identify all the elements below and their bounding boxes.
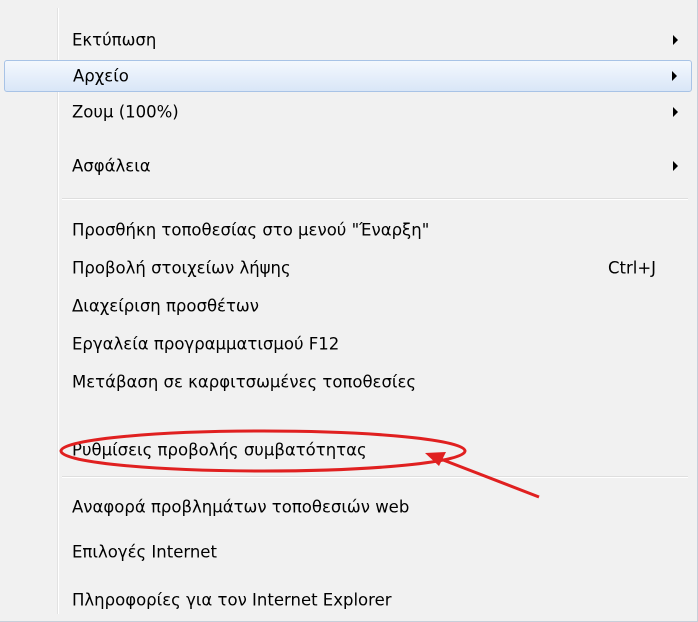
menu-item-add-site-to-start[interactable]: Προσθήκη τοποθεσίας στο μενού "Έναρξη" <box>4 214 692 246</box>
submenu-arrow-icon <box>673 161 678 171</box>
menu-item-label: Εκτύπωση <box>72 30 157 50</box>
menu-item-pinned-sites[interactable]: Μετάβαση σε καρφιτσωμένες τοποθεσίες <box>4 366 692 398</box>
submenu-arrow-icon <box>673 107 678 117</box>
menu-item-label: Αρχείο <box>73 66 129 86</box>
menu-item-developer-tools[interactable]: Εργαλεία προγραμματισμού F12 <box>4 328 692 360</box>
submenu-arrow-icon <box>672 71 677 81</box>
menu-item-compatibility-view-settings[interactable]: Ρυθμίσεις προβολής συμβατότητας <box>4 434 692 466</box>
menu-item-label: Εργαλεία προγραμματισμού F12 <box>72 334 340 354</box>
menu-separator <box>62 198 688 200</box>
menu-item-internet-options[interactable]: Επιλογές Internet <box>4 536 692 568</box>
menu-item-report-website-problems[interactable]: Αναφορά προβλημάτων τοποθεσιών web <box>4 491 692 523</box>
menu-item-view-downloads[interactable]: Προβολή στοιχείων λήψης Ctrl+J <box>4 252 692 284</box>
menu-item-file[interactable]: Αρχείο <box>4 60 692 92</box>
menu-item-print[interactable]: Εκτύπωση <box>4 24 692 56</box>
menu-item-label: Μετάβαση σε καρφιτσωμένες τοποθεσίες <box>72 372 417 392</box>
menu-item-label: Ζουμ (100%) <box>72 102 179 122</box>
menu-item-label: Προβολή στοιχείων λήψης <box>72 258 291 278</box>
menu-item-label: Πληροφορίες για τον Internet Explorer <box>72 590 392 610</box>
tools-menu: Εκτύπωση Αρχείο Ζουμ (100%) Ασφάλεια Προ… <box>0 0 698 622</box>
menu-item-label: Ρυθμίσεις προβολής συμβατότητας <box>72 440 367 460</box>
menu-item-safety[interactable]: Ασφάλεια <box>4 150 692 182</box>
menu-item-zoom[interactable]: Ζουμ (100%) <box>4 96 692 128</box>
menu-item-about-ie[interactable]: Πληροφορίες για τον Internet Explorer <box>4 584 692 616</box>
menu-separator <box>62 476 688 478</box>
menu-item-manage-addons[interactable]: Διαχείριση προσθέτων <box>4 290 692 322</box>
menu-item-label: Διαχείριση προσθέτων <box>72 296 259 316</box>
menu-item-label: Επιλογές Internet <box>72 542 217 562</box>
menu-item-label: Προσθήκη τοποθεσίας στο μενού "Έναρξη" <box>72 220 430 240</box>
menu-item-label: Αναφορά προβλημάτων τοποθεσιών web <box>72 497 410 517</box>
menu-item-shortcut: Ctrl+J <box>608 258 657 278</box>
menu-item-label: Ασφάλεια <box>72 156 151 176</box>
submenu-arrow-icon <box>673 35 678 45</box>
